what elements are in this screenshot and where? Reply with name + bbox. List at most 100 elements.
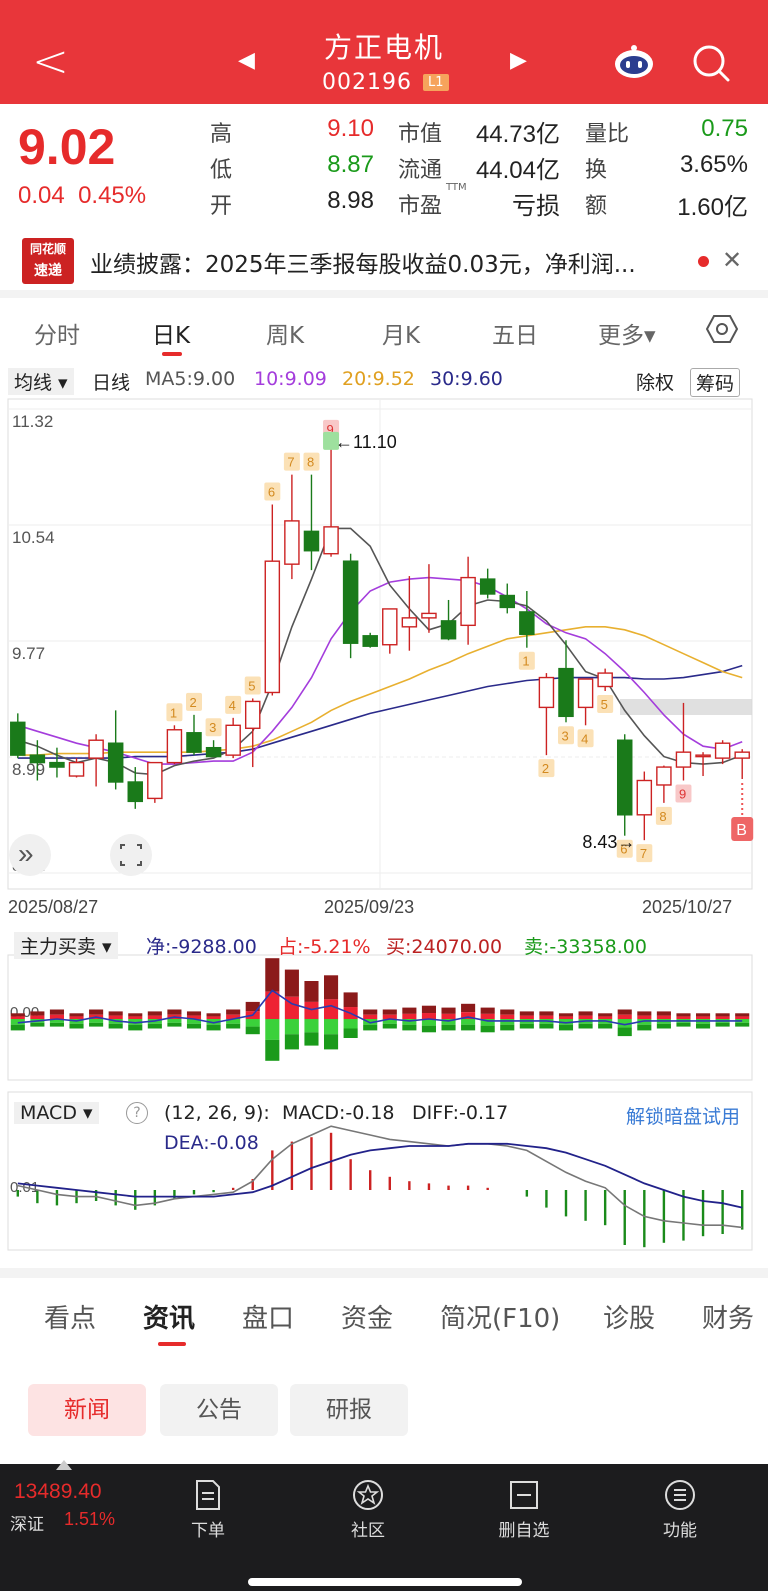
nav-order[interactable]: 下单: [168, 1478, 248, 1541]
td-signal-label: 7: [287, 455, 294, 470]
candle-up: [284, 520, 300, 565]
nav-order-label: 下单: [191, 1521, 225, 1541]
fund-buy-bar-large: [578, 1011, 593, 1016]
subtab-research[interactable]: 研报: [290, 1384, 408, 1436]
logo-line2: 速递: [34, 263, 62, 279]
candle-down: [186, 732, 202, 753]
fund-sell-bar: [167, 1019, 182, 1023]
fund-buy-bar-large: [69, 1013, 84, 1017]
news-headline[interactable]: 业绩披露：2025年三季报每股收益0.03元，净利润...: [90, 245, 636, 279]
fund-flow-select[interactable]: 主力买卖 ▾: [14, 932, 118, 959]
buy-marker-label: B: [736, 822, 747, 839]
tab-monthly-k[interactable]: 月K: [382, 316, 420, 350]
tab-daily-k[interactable]: 日K: [152, 316, 190, 350]
fund-sell-bar-large: [735, 1022, 750, 1027]
expand-arrow-icon[interactable]: [56, 1460, 72, 1470]
fund-sell-bar-large: [10, 1024, 25, 1031]
low-price-marker: 8.43→: [582, 832, 635, 852]
search-icon[interactable]: [692, 44, 730, 82]
subtab-news[interactable]: 新闻: [28, 1384, 146, 1436]
ex-rights-toggle[interactable]: 除权: [636, 368, 674, 395]
tab-order-book[interactable]: 盘口: [242, 1298, 294, 1335]
nav-remove-watchlist[interactable]: 删自选: [484, 1478, 564, 1541]
tab-finance[interactable]: 财务: [702, 1298, 754, 1335]
robot-assistant-icon[interactable]: [612, 44, 656, 80]
info-tabs: 看点 资讯 盘口 资金 简况(F10) 诊股 财务: [0, 1278, 768, 1358]
tab-more[interactable]: 更多▾: [598, 316, 656, 350]
value-open: 8.98: [327, 187, 374, 214]
period-label: 日线: [92, 372, 131, 394]
tab-f10[interactable]: 简况(F10): [440, 1298, 560, 1335]
label-high: 高: [210, 122, 233, 147]
news-ticker[interactable]: 同花顺 速递 业绩披露：2025年三季报每股收益0.03元，净利润... ✕: [0, 230, 768, 290]
y-tick-label: 9.77: [12, 644, 45, 663]
app-root: < ◀ 方正电机 002196 L1 ▶ 9.02 0.04 0.45% 高 9…: [0, 0, 768, 1591]
fund-buy-bar: [676, 1016, 691, 1019]
logo-line1: 同花顺: [29, 242, 66, 256]
label-pe: 市盈: [398, 194, 443, 219]
info-tab-indicator: [158, 1342, 186, 1346]
section-divider-2: [0, 1268, 768, 1278]
close-news-button[interactable]: ✕: [722, 246, 742, 274]
fund-buy-bar: [108, 1015, 123, 1019]
change-value: 0.04: [18, 182, 65, 209]
candle-up: [225, 724, 241, 756]
candle-down: [479, 578, 496, 595]
macd-select[interactable]: MACD ▾: [14, 1102, 99, 1124]
macd-value: MACD:-0.18: [282, 1102, 395, 1124]
fund-sell-bar-large: [128, 1024, 143, 1031]
label-volume-ratio: 量比: [585, 122, 630, 147]
candle-up: [695, 754, 711, 758]
td-signal-label: 2: [542, 761, 549, 776]
value-volume-ratio: 0.75: [701, 115, 748, 142]
candle-down: [362, 635, 378, 647]
tab-news-info[interactable]: 资讯: [143, 1298, 195, 1335]
macd-header: MACD ▾ ? (12, 26, 9): MACD:-0.18 DIFF:-0…: [0, 1100, 768, 1160]
fund-buy-bar-large: [421, 1005, 436, 1014]
tab-intraday[interactable]: 分时: [34, 316, 80, 350]
fund-sell-bar-large: [598, 1023, 613, 1029]
nav-functions[interactable]: 功能: [640, 1478, 720, 1541]
subtab-announcements[interactable]: 公告: [160, 1384, 278, 1436]
fund-buy-bar: [10, 1016, 25, 1019]
index-value[interactable]: 13489.40: [14, 1480, 102, 1504]
nav-community[interactable]: 社区: [328, 1478, 408, 1541]
td-signal-label: 9: [679, 786, 686, 801]
fund-buy-bar-large: [500, 1009, 515, 1015]
top-bar: < ◀ 方正电机 002196 L1 ▶: [0, 0, 768, 104]
candle-down: [107, 742, 124, 783]
td-signal-label: 3: [562, 728, 569, 743]
tab-highlights[interactable]: 看点: [44, 1298, 96, 1335]
next-stock-button[interactable]: ▶: [510, 48, 527, 73]
tab-funds[interactable]: 资金: [341, 1298, 393, 1335]
candle-down: [49, 761, 65, 768]
tab-weekly-k[interactable]: 周K: [266, 316, 304, 350]
unlock-dark-pool-link[interactable]: 解锁暗盘试用: [626, 1102, 740, 1129]
fund-buy-bar: [500, 1014, 515, 1019]
fund-net: 净:-9288.00: [146, 936, 257, 958]
tab-diagnose[interactable]: 诊股: [603, 1298, 655, 1335]
fund-buy-bar: [480, 1013, 495, 1019]
indicator-mode-select[interactable]: 均线 ▾: [8, 368, 74, 395]
fund-buy-bar-large: [30, 1011, 45, 1016]
section-divider: [0, 290, 768, 298]
fund-sell-bar-large: [89, 1022, 104, 1027]
community-icon: [353, 1480, 383, 1510]
fund-sell-bar: [284, 1019, 299, 1035]
tab-five-day[interactable]: 五日: [492, 316, 538, 350]
label-low: 低: [210, 158, 233, 183]
candle-up: [675, 751, 692, 768]
level-badge: L1: [423, 74, 449, 91]
fund-buy-bar: [206, 1016, 221, 1019]
label-amount: 额: [585, 194, 608, 219]
fund-buy-bar-large: [598, 1013, 613, 1017]
fund-sell-bar-large: [539, 1023, 554, 1029]
settings-hexagon-icon[interactable]: [706, 314, 738, 344]
candle-up: [538, 676, 555, 709]
value-float-cap: 44.04亿: [475, 157, 560, 184]
help-icon[interactable]: ?: [126, 1102, 148, 1124]
candle-up: [734, 751, 750, 759]
fund-sell-bar-large: [480, 1025, 495, 1033]
chips-button[interactable]: 筹码: [690, 368, 741, 397]
value-market-cap: 44.73亿: [475, 121, 560, 148]
